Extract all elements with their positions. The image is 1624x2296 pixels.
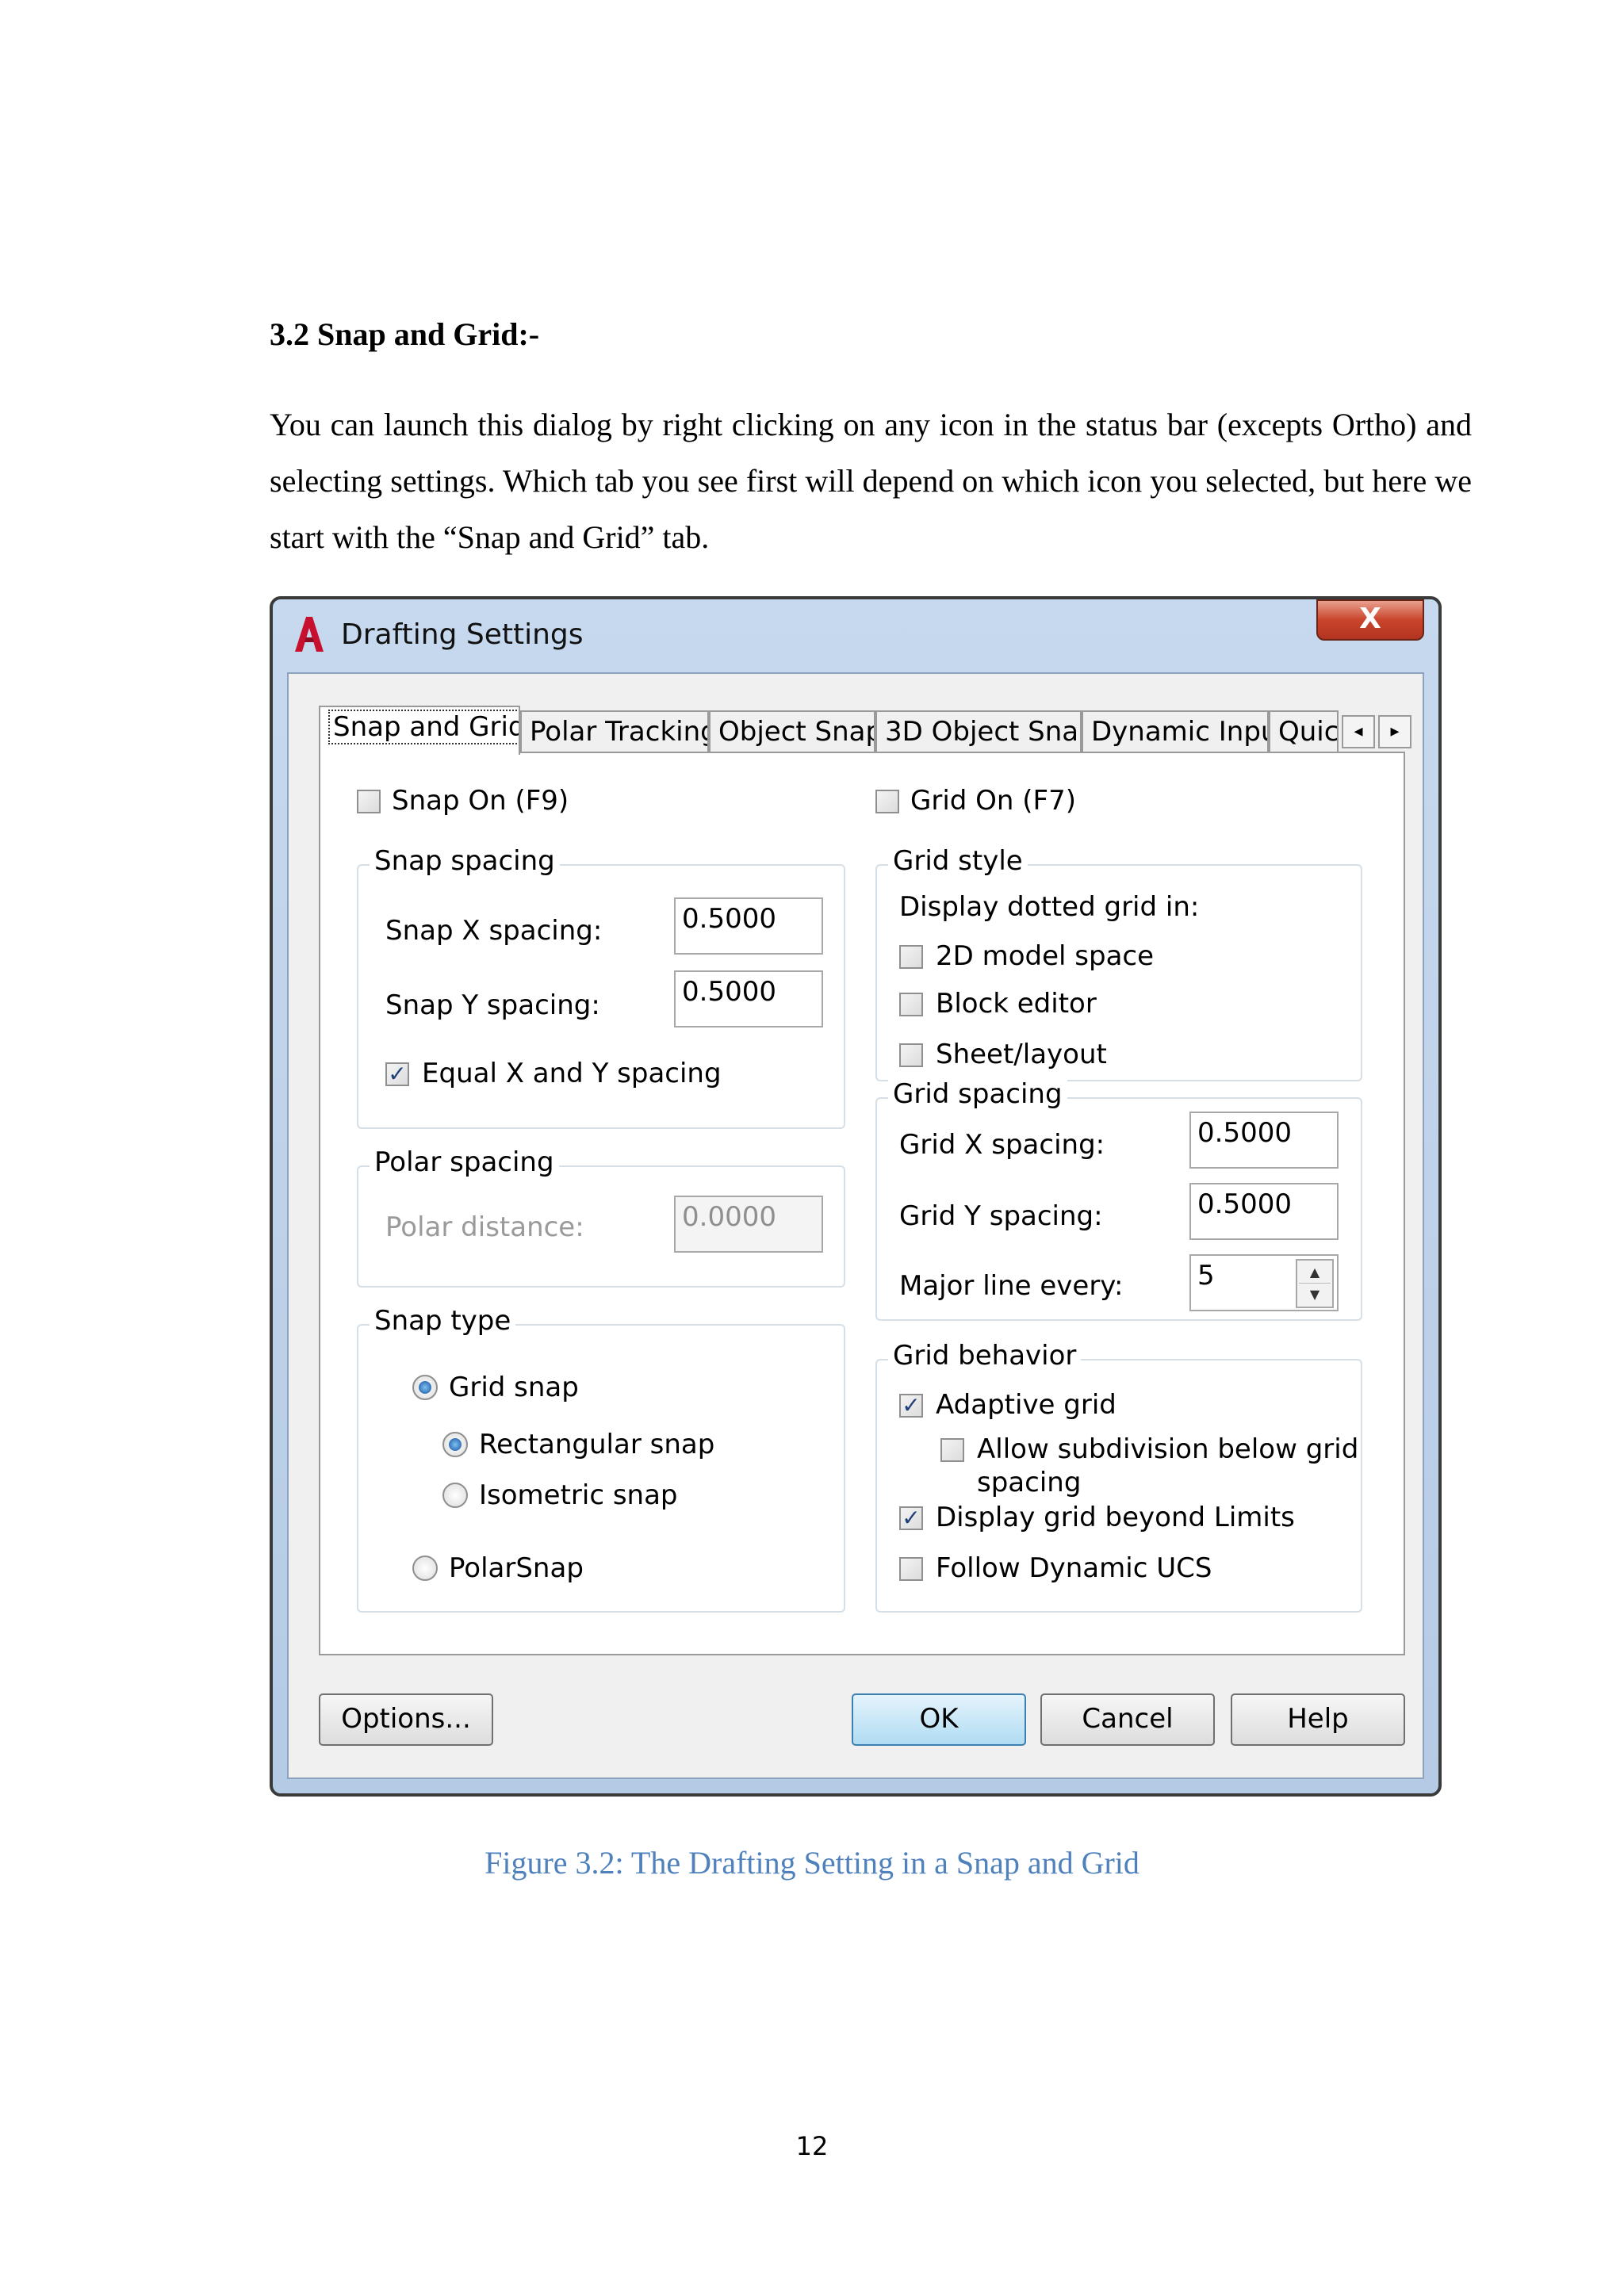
options-button[interactable]: Options...	[319, 1693, 493, 1746]
allow-subdivision-label-cont: spacing	[977, 1467, 1082, 1498]
figure-caption: Figure 3.2: The Drafting Setting in a Sn…	[485, 1845, 1139, 1881]
cancel-button[interactable]: Cancel	[1040, 1693, 1215, 1746]
sheet-layout-checkbox[interactable]	[899, 1043, 923, 1067]
snap-type-title: Snap type	[370, 1305, 516, 1337]
grid-x-spacing-input[interactable]: 0.5000	[1189, 1112, 1339, 1169]
dialog-client-area: Snap and Grid Polar Tracking Object Snap…	[287, 672, 1424, 1779]
allow-subdivision-label: Allow subdivision below grid	[977, 1433, 1359, 1465]
tab-snap-and-grid[interactable]: Snap and Grid	[319, 706, 520, 755]
display-beyond-limits-checkbox[interactable]: ✓	[899, 1506, 923, 1530]
display-dotted-grid-label: Display dotted grid in:	[899, 891, 1200, 923]
tab-scroll-left-button[interactable]: ◂	[1342, 715, 1375, 748]
follow-dynamic-ucs-checkbox[interactable]	[899, 1557, 923, 1581]
tab-polar-tracking[interactable]: Polar Tracking	[520, 710, 709, 753]
equal-xy-label: Equal X and Y spacing	[422, 1058, 722, 1089]
grid-x-label: Grid X spacing:	[899, 1129, 1105, 1161]
major-line-spinner[interactable]: ▲ ▼	[1296, 1259, 1334, 1308]
grid-on-label: Grid On (F7)	[910, 785, 1076, 817]
snap-y-spacing-input[interactable]: 0.5000	[674, 970, 823, 1027]
rectangular-snap-label: Rectangular snap	[479, 1429, 715, 1460]
autocad-a-icon	[295, 617, 324, 652]
adaptive-grid-label: Adaptive grid	[936, 1389, 1116, 1421]
snap-x-spacing-input[interactable]: 0.5000	[674, 897, 823, 955]
arrow-left-icon: ◂	[1354, 721, 1363, 741]
snap-on-label: Snap On (F9)	[392, 785, 569, 817]
sheet-layout-label: Sheet/layout	[936, 1039, 1107, 1070]
display-beyond-limits-label: Display grid beyond Limits	[936, 1502, 1295, 1533]
polar-spacing-title: Polar spacing	[370, 1146, 559, 1178]
grid-behavior-group: Grid behavior ✓ Adaptive grid Allow subd…	[875, 1340, 1362, 1613]
polar-distance-input[interactable]: 0.0000	[674, 1196, 823, 1253]
snap-spacing-group: Snap spacing Snap X spacing: 0.5000 Snap…	[357, 845, 845, 1129]
isometric-snap-radio[interactable]	[442, 1483, 468, 1508]
model-space-label: 2D model space	[936, 940, 1155, 972]
block-editor-label: Block editor	[936, 988, 1097, 1020]
ok-button[interactable]: OK	[852, 1693, 1026, 1746]
tab-3d-object-snap[interactable]: 3D Object Snap	[875, 710, 1082, 753]
grid-on-checkbox[interactable]	[875, 790, 899, 813]
grid-style-group: Grid style Display dotted grid in: 2D mo…	[875, 845, 1362, 1081]
rectangular-snap-radio[interactable]	[442, 1432, 468, 1457]
spin-up-icon[interactable]: ▲	[1299, 1262, 1331, 1284]
tab-scroll-right-button[interactable]: ▸	[1378, 715, 1411, 748]
grid-y-label: Grid Y spacing:	[899, 1200, 1103, 1232]
polar-distance-label: Polar distance:	[385, 1211, 584, 1243]
snap-x-label: Snap X spacing:	[385, 915, 603, 947]
polar-snap-radio[interactable]	[412, 1556, 438, 1581]
close-icon: X	[1359, 603, 1381, 635]
snap-type-group: Snap type Grid snap Rectangular snap Iso…	[357, 1305, 845, 1613]
page-number: 12	[795, 2131, 829, 2161]
grid-spacing-group: Grid spacing Grid X spacing: 0.5000 Grid…	[875, 1078, 1362, 1321]
intro-paragraph: You can launch this dialog by right clic…	[270, 407, 1472, 555]
close-button[interactable]: X	[1316, 599, 1424, 641]
grid-y-spacing-input[interactable]: 0.5000	[1189, 1183, 1339, 1240]
polar-snap-label: PolarSnap	[449, 1552, 584, 1584]
grid-spacing-title: Grid spacing	[888, 1078, 1067, 1110]
grid-snap-radio[interactable]	[412, 1375, 438, 1400]
major-line-label: Major line every:	[899, 1270, 1124, 1302]
snap-y-label: Snap Y spacing:	[385, 989, 600, 1021]
help-button[interactable]: Help	[1231, 1693, 1405, 1746]
spin-down-icon[interactable]: ▼	[1299, 1284, 1331, 1305]
dialog-title: Drafting Settings	[341, 618, 584, 651]
snap-spacing-title: Snap spacing	[370, 845, 560, 877]
grid-style-title: Grid style	[888, 845, 1028, 877]
title-bar: Drafting Settings X	[273, 599, 1438, 672]
grid-behavior-title: Grid behavior	[888, 1340, 1082, 1372]
snap-and-grid-panel: Snap On (F9) Grid On (F7) Snap spacing S…	[319, 752, 1405, 1655]
arrow-right-icon: ▸	[1390, 721, 1400, 741]
polar-spacing-group: Polar spacing Polar distance: 0.0000	[357, 1146, 845, 1288]
section-heading: 3.2 Snap and Grid:-	[270, 316, 540, 352]
equal-xy-checkbox[interactable]: ✓	[385, 1062, 409, 1086]
model-space-checkbox[interactable]	[899, 945, 923, 969]
block-editor-checkbox[interactable]	[899, 993, 923, 1016]
allow-subdivision-checkbox[interactable]	[940, 1438, 964, 1462]
tab-object-snap[interactable]: Object Snap	[709, 710, 875, 753]
tab-quick-properties[interactable]: Quic	[1269, 710, 1339, 753]
drafting-settings-dialog: Drafting Settings X Snap and Grid Polar …	[270, 596, 1442, 1797]
snap-on-checkbox[interactable]	[357, 790, 381, 813]
isometric-snap-label: Isometric snap	[479, 1479, 678, 1511]
tab-dynamic-input[interactable]: Dynamic Input	[1082, 710, 1269, 753]
follow-dynamic-ucs-label: Follow Dynamic UCS	[936, 1552, 1212, 1584]
grid-snap-label: Grid snap	[449, 1372, 579, 1403]
adaptive-grid-checkbox[interactable]: ✓	[899, 1394, 923, 1418]
